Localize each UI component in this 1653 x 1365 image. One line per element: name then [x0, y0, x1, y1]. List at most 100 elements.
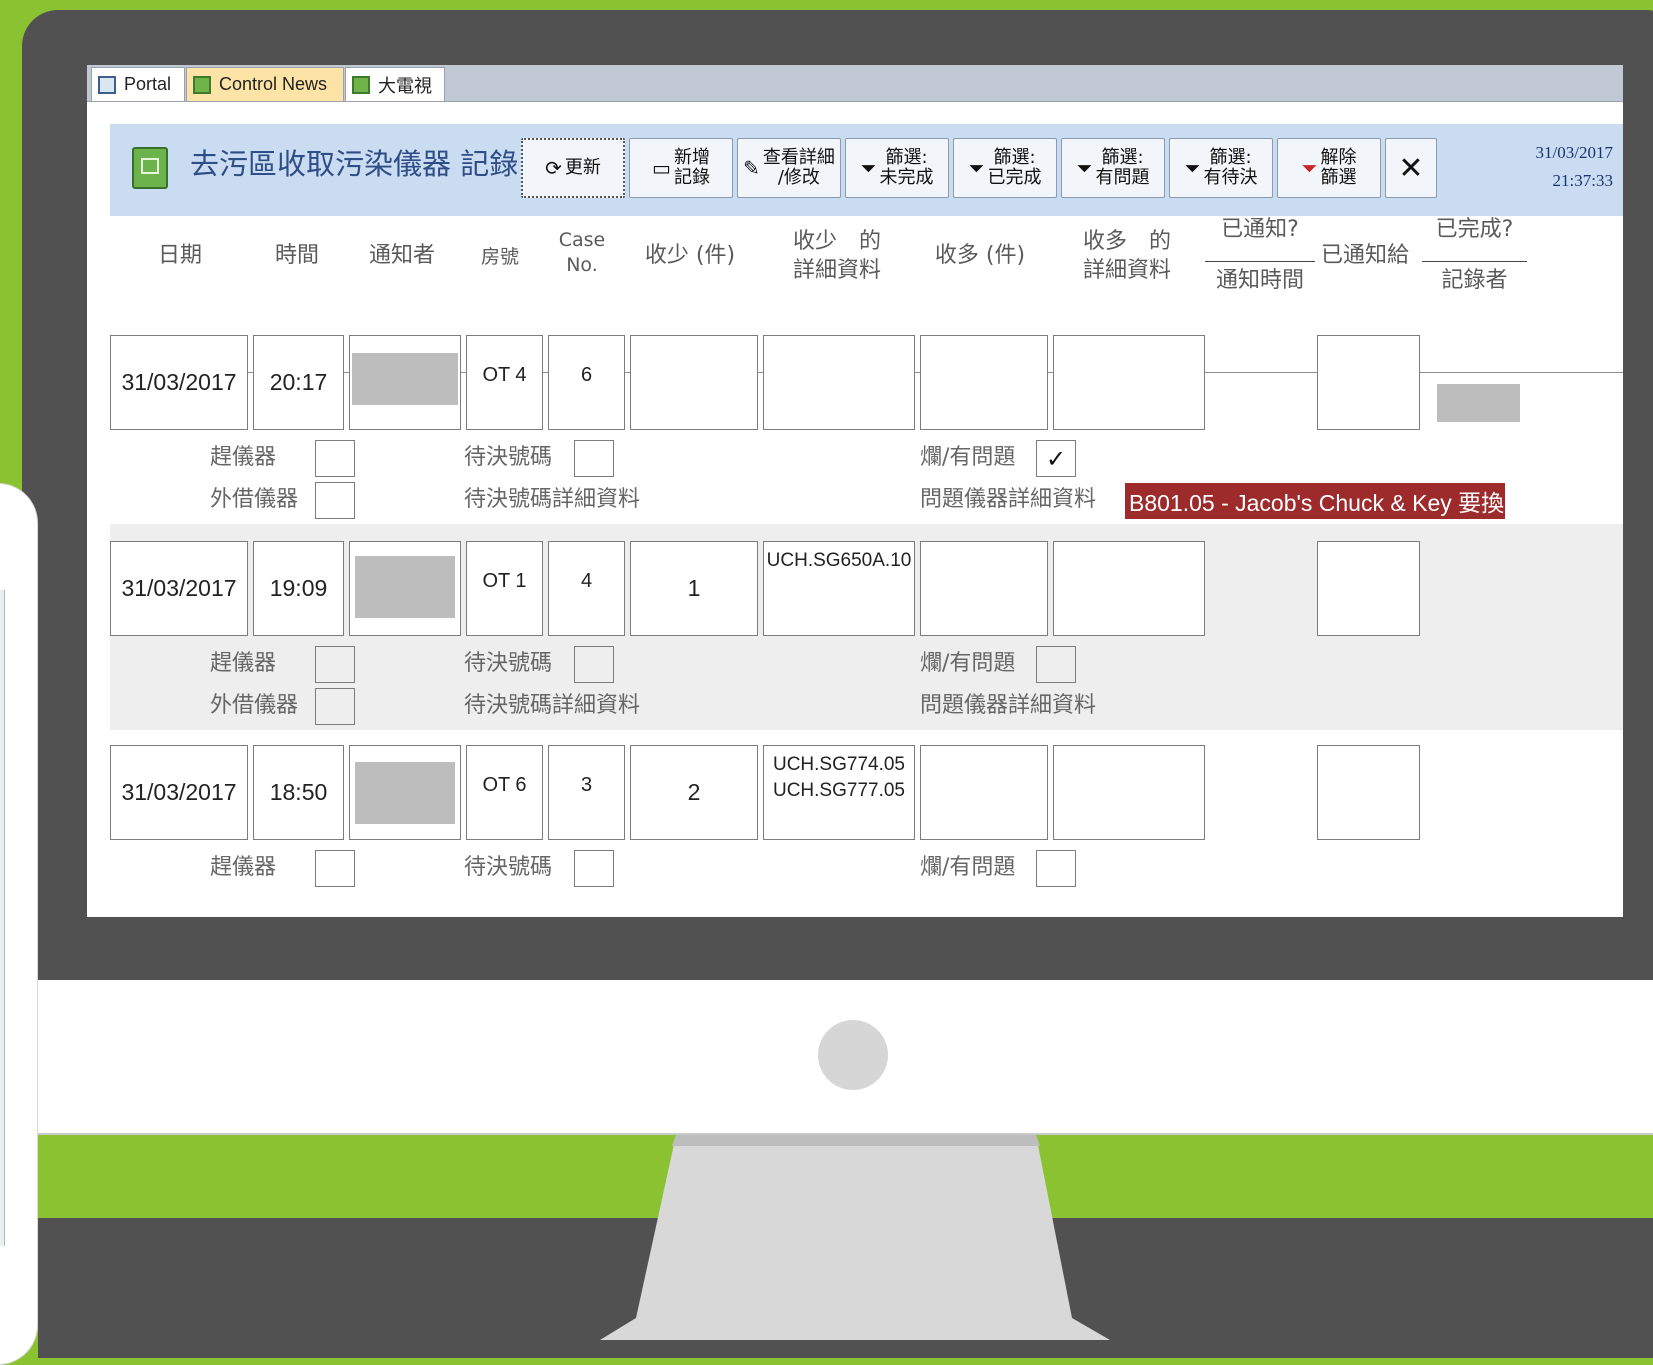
rush-label: 趕儀器 — [210, 445, 277, 470]
more-qty-field[interactable] — [920, 541, 1048, 636]
add-record-icon: ▭ — [652, 156, 671, 180]
damaged-checkbox[interactable]: ✓ — [1036, 440, 1076, 477]
pending-detail-label: 待決號碼詳細資料 — [464, 693, 641, 718]
rush-label: 趕儀器 — [210, 651, 277, 676]
pending-no-label: 待決號碼 — [464, 445, 553, 470]
notifier-field[interactable] — [349, 541, 461, 636]
more-detail-field[interactable] — [1053, 745, 1205, 840]
form-icon — [98, 75, 116, 94]
problem-detail-field[interactable]: B801.05 - Jacob's Chuck & Key 要換 — [1125, 483, 1505, 519]
borrowed-checkbox[interactable] — [315, 482, 355, 519]
clock: 31/03/2017 21:37:33 — [1536, 139, 1613, 195]
form-icon — [193, 75, 211, 94]
room-field[interactable]: OT 1 — [466, 541, 543, 636]
less-detail-field[interactable] — [763, 335, 915, 430]
more-qty-field[interactable] — [920, 745, 1048, 840]
clear-filter-button[interactable]: ⏷ 解除 篩選 — [1277, 138, 1381, 198]
filter-incomplete-button[interactable]: ⏷ 篩選: 未完成 — [845, 138, 949, 198]
notified-to-field[interactable] — [1317, 335, 1420, 430]
room-field[interactable]: OT 4 — [466, 335, 543, 430]
redacted-block — [355, 762, 455, 824]
close-button[interactable]: ✕ — [1385, 138, 1437, 198]
borrowed-checkbox[interactable] — [315, 688, 355, 725]
phone-device — [0, 483, 38, 1365]
tab-label: Control News — [219, 74, 328, 94]
filter-icon: ⏷ — [1076, 156, 1093, 180]
notified-to-field[interactable] — [1317, 541, 1420, 636]
col-header-case-no: Case No. — [558, 229, 606, 276]
redacted-block — [352, 353, 458, 405]
recorder-redacted — [1437, 384, 1520, 422]
more-detail-field[interactable] — [1053, 541, 1205, 636]
col-header-completed: 已完成? — [1435, 217, 1514, 242]
less-detail-field[interactable]: UCH.SG650A.10 — [763, 541, 915, 636]
refresh-button[interactable]: ⟳ 更新 — [521, 138, 625, 198]
time-field[interactable]: 18:50 — [253, 745, 344, 840]
damaged-checkbox[interactable] — [1036, 850, 1076, 887]
notified-to-field[interactable] — [1317, 745, 1420, 840]
filter-pending-button[interactable]: ⏷ 篩選: 有待決 — [1169, 138, 1273, 198]
filter-icon: ⏷ — [968, 156, 985, 180]
tab-portal[interactable]: Portal — [91, 67, 185, 101]
tab-label: 大電視 — [378, 75, 432, 96]
tab-control-news[interactable]: Control News — [186, 67, 344, 101]
less-qty-field[interactable]: 2 — [630, 745, 758, 840]
pending-no-checkbox[interactable] — [574, 440, 614, 477]
problem-detail-label: 問題儀器詳細資料 — [920, 693, 1097, 718]
less-qty-field[interactable] — [630, 335, 758, 430]
record-row: 31/03/2017 20:17 OT 4 6 趕儀器 外借儀器 待決號碼 待決… — [110, 335, 1623, 541]
document-tabs: Portal Control News 大電視 — [87, 65, 1623, 102]
col-header-notify-time: 通知時間 — [1215, 268, 1304, 293]
case-no-field[interactable]: 6 — [548, 335, 625, 430]
pending-no-label: 待決號碼 — [464, 651, 553, 676]
col-header-date: 日期 — [157, 243, 202, 268]
col-header-recorder: 記錄者 — [1441, 268, 1508, 293]
less-detail-field[interactable]: UCH.SG774.05 UCH.SG777.05 — [763, 745, 915, 840]
new-record-button[interactable]: ▭ 新增 記錄 — [629, 138, 733, 198]
damaged-checkbox[interactable] — [1036, 646, 1076, 683]
tab-big-tv[interactable]: 大電視 — [345, 67, 445, 101]
record-row: 31/03/2017 18:50 OT 6 3 2 UCH.SG774.05 U… — [110, 745, 1623, 917]
col-header-room: 房號 — [480, 246, 519, 268]
view-edit-button[interactable]: ✎ 查看詳細 /修改 — [737, 138, 841, 198]
more-qty-field[interactable] — [920, 335, 1048, 430]
room-field[interactable]: OT 6 — [466, 745, 543, 840]
pending-detail-label: 待決號碼詳細資料 — [464, 487, 641, 512]
time-field[interactable]: 20:17 — [253, 335, 344, 430]
clock-date: 31/03/2017 — [1535, 143, 1613, 162]
clear-filter-icon: ⏷ — [1301, 156, 1318, 180]
date-field[interactable]: 31/03/2017 — [110, 335, 248, 430]
less-qty-field[interactable]: 1 — [630, 541, 758, 636]
col-header-more-detail: 收多 的 詳細資料 — [1082, 229, 1171, 283]
date-field[interactable]: 31/03/2017 — [110, 745, 248, 840]
rush-checkbox[interactable] — [315, 850, 355, 887]
more-detail-field[interactable] — [1053, 335, 1205, 430]
time-field[interactable]: 19:09 — [253, 541, 344, 636]
borrowed-label: 外借儀器 — [210, 693, 299, 718]
clock-time: 21:37:33 — [1552, 171, 1613, 191]
phone-screen — [0, 590, 5, 1246]
pending-no-label: 待決號碼 — [464, 855, 553, 880]
pencil-icon: ✎ — [743, 156, 760, 180]
notifier-field[interactable] — [349, 745, 461, 840]
date-field[interactable]: 31/03/2017 — [110, 541, 248, 636]
filter-done-button[interactable]: ⏷ 篩選: 已完成 — [953, 138, 1057, 198]
record-row: 31/03/2017 19:09 OT 1 4 1 UCH.SG650A.10 … — [110, 524, 1623, 730]
refresh-icon: ⟳ — [545, 156, 562, 180]
redacted-block — [355, 556, 455, 618]
rush-label: 趕儀器 — [210, 855, 277, 880]
close-icon: ✕ — [1398, 150, 1424, 186]
tab-label: Portal — [124, 74, 172, 94]
pending-no-checkbox[interactable] — [574, 850, 614, 887]
rush-checkbox[interactable] — [315, 440, 355, 477]
case-no-field[interactable]: 4 — [548, 541, 625, 636]
notifier-field[interactable] — [349, 335, 461, 430]
pending-no-checkbox[interactable] — [574, 646, 614, 683]
form-icon — [132, 147, 168, 189]
case-no-field[interactable]: 3 — [548, 745, 625, 840]
col-header-time: 時間 — [274, 243, 319, 268]
rush-checkbox[interactable] — [315, 646, 355, 683]
problem-detail-label: 問題儀器詳細資料 — [920, 487, 1097, 512]
form-icon — [352, 75, 370, 94]
filter-problem-button[interactable]: ⏷ 篩選: 有問題 — [1061, 138, 1165, 198]
